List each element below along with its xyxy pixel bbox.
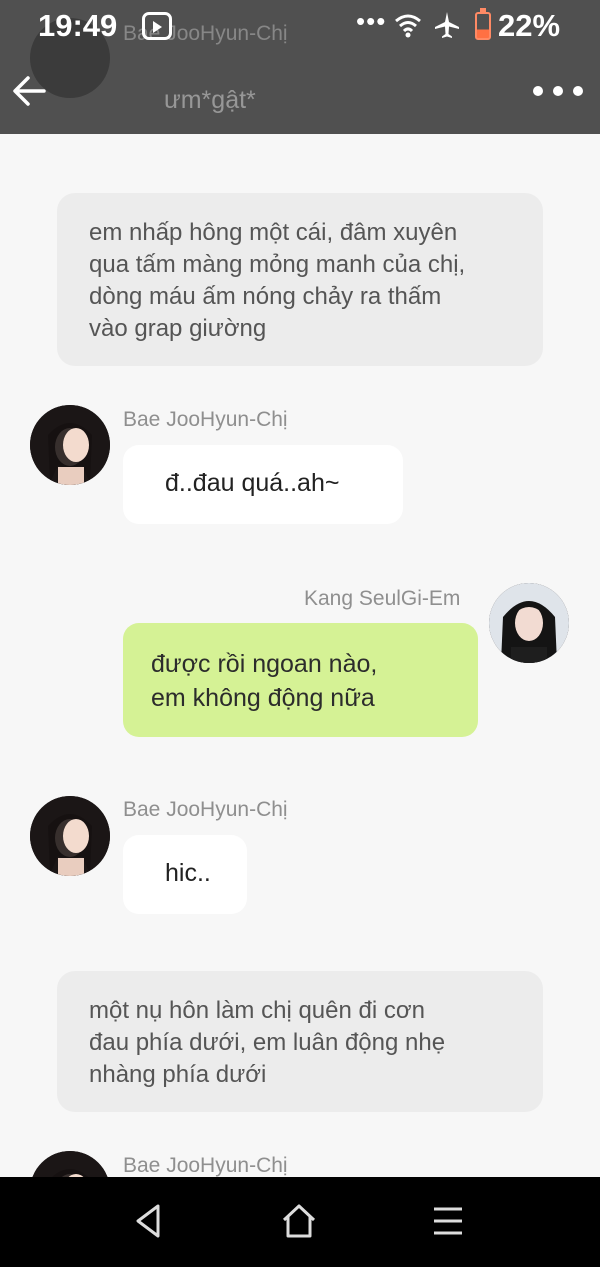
narration-line: qua tấm màng mỏng manh của chị, <box>89 251 466 278</box>
avatar-portrait-icon <box>489 583 569 663</box>
home-icon[interactable] <box>279 1201 319 1241</box>
avatar-joohyun[interactable] <box>30 1151 110 1177</box>
app-header: Bae JooHyun-Chị ưm*gật* 19:49 ••• 22% <box>0 0 600 134</box>
avatar-joohyun[interactable] <box>30 796 110 876</box>
more-notifications-icon: ••• <box>356 6 387 36</box>
avatar-seulgi[interactable] <box>489 583 569 663</box>
battery-percent: 22% <box>498 8 561 43</box>
speaker-name: Bae JooHyun-Chị <box>123 408 288 431</box>
chat-area[interactable]: em nhấp hông một cái, đâm xuyên qua tấm … <box>0 0 600 1177</box>
narration-line: đau phía dưới, em luân động nhẹ <box>89 1029 446 1056</box>
chat-screen: em nhấp hông một cái, đâm xuyên qua tấm … <box>0 0 600 1267</box>
avatar-portrait-icon <box>30 1151 110 1177</box>
video-app-icon <box>142 12 172 40</box>
narration-line: em nhấp hông một cái, đâm xuyên <box>89 219 458 246</box>
speaker-name: Bae JooHyun-Chị <box>123 1154 288 1177</box>
narration-line: một nụ hôn làm chị quên đi cơn <box>89 997 425 1024</box>
message-bubble-outgoing[interactable]: được rồi ngoan nào, em không động nữa <box>123 623 478 737</box>
speaker-name: Bae JooHyun-Chị <box>123 798 288 821</box>
avatar-joohyun[interactable] <box>30 405 110 485</box>
narration-box: một nụ hôn làm chị quên đi cơn đau phía … <box>57 971 543 1112</box>
back-triangle-icon[interactable] <box>130 1201 170 1241</box>
speaker-name: Kang SeulGi-Em <box>304 587 461 610</box>
narration-line: nhàng phía dưới <box>89 1061 267 1088</box>
back-arrow-icon[interactable] <box>10 72 48 110</box>
battery-icon <box>475 8 491 40</box>
message-text: được rồi ngoan nào, <box>151 650 378 678</box>
more-options-icon[interactable] <box>530 78 586 104</box>
narration-line: vào grap giường <box>89 315 267 342</box>
status-bar: 19:49 ••• 22% <box>0 0 600 52</box>
avatar-portrait-icon <box>30 796 110 876</box>
message-text: em không động nữa <box>151 684 375 712</box>
narration-line: dòng máu ấm nóng chảy ra thấm <box>89 283 442 310</box>
message-text: đ..đau quá..ah~ <box>165 469 340 497</box>
airplane-mode-icon <box>435 12 459 38</box>
message-bubble-incoming[interactable]: đ..đau quá..ah~ <box>123 445 403 524</box>
message-text: hic.. <box>165 859 211 887</box>
system-nav-bar <box>0 1177 600 1267</box>
narration-box: em nhấp hông một cái, đâm xuyên qua tấm … <box>57 193 543 366</box>
status-time: 19:49 <box>38 8 118 43</box>
menu-icon[interactable] <box>428 1201 468 1241</box>
header-background-text: ưm*gật* <box>164 86 256 114</box>
message-bubble-incoming[interactable]: hic.. <box>123 835 247 914</box>
avatar-portrait-icon <box>30 405 110 485</box>
wifi-icon <box>395 14 421 38</box>
